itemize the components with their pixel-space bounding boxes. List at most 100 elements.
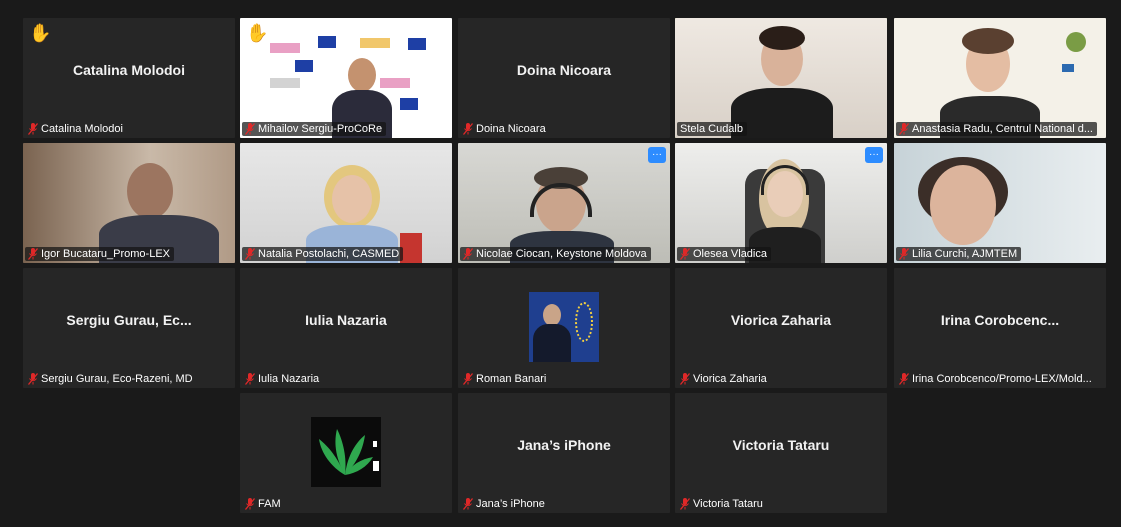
participant-tile[interactable]: FAM	[240, 393, 452, 513]
participant-name-label: Igor Bucataru_Promo-LEX	[25, 247, 175, 261]
participant-name-text: Stela Cudalb	[680, 123, 743, 135]
participant-name-text: Irina Corobcenco/Promo-LEX/Mold...	[912, 373, 1092, 385]
muted-mic-icon	[245, 498, 255, 510]
participant-name-label: Anastasia Radu, Centrul National d...	[896, 122, 1097, 136]
video-feed	[894, 18, 1106, 138]
video-feed	[240, 18, 452, 138]
participant-tile[interactable]: ··· Nicolae Ciocan, Keystone Moldova	[458, 143, 670, 263]
participant-name-text: Natalia Postolachi, CASMED	[258, 248, 400, 260]
participant-head	[332, 175, 372, 223]
participant-name-text: Nicolae Ciocan, Keystone Moldova	[476, 248, 647, 260]
participant-name-text: Doina Nicoara	[476, 123, 546, 135]
participant-tile[interactable]: Iulia Nazaria Iulia Nazaria	[240, 268, 452, 388]
video-feed	[240, 143, 452, 263]
participant-name-text: Anastasia Radu, Centrul National d...	[912, 123, 1093, 135]
participant-name-label: Iulia Nazaria	[242, 372, 323, 386]
banner-logo	[380, 78, 410, 88]
participant-name-label: Nicolae Ciocan, Keystone Moldova	[460, 247, 651, 261]
participant-tile[interactable]: Igor Bucataru_Promo-LEX	[23, 143, 235, 263]
muted-mic-icon	[680, 498, 690, 510]
muted-mic-icon	[245, 248, 255, 260]
participant-head	[348, 58, 376, 92]
sweden-flag-icon	[1062, 64, 1074, 72]
participant-display-name: Iulia Nazaria	[305, 312, 387, 328]
organization-logo	[1066, 32, 1086, 52]
eu-flag-icon	[318, 36, 336, 48]
raised-hand-icon: ✋	[29, 23, 52, 43]
participant-head	[543, 304, 561, 326]
participant-tile[interactable]: Natalia Postolachi, CASMED	[240, 143, 452, 263]
participant-name-label: Irina Corobcenco/Promo-LEX/Mold...	[896, 372, 1096, 386]
participant-tile[interactable]: ✋ Mihailov Sergiu-ProCoRe	[240, 18, 452, 138]
muted-mic-icon	[899, 123, 909, 135]
muted-mic-icon	[28, 248, 38, 260]
participant-tile[interactable]: Lilia Curchi, AJMTEM	[894, 143, 1106, 263]
muted-mic-icon	[463, 248, 473, 260]
video-feed	[675, 143, 887, 263]
participant-name-label: Mihailov Sergiu-ProCoRe	[242, 122, 387, 136]
participant-name-text: Mihailov Sergiu-ProCoRe	[258, 123, 383, 135]
participant-name-text: Catalina Molodoi	[41, 123, 123, 135]
participant-name-text: Lilia Curchi, AJMTEM	[912, 248, 1018, 260]
profile-picture	[311, 417, 381, 487]
participant-display-name: Irina Corobcenc...	[940, 312, 1060, 328]
participant-name-label: Stela Cudalb	[677, 122, 747, 136]
more-options-button[interactable]: ···	[865, 147, 883, 163]
participant-tile[interactable]: Anastasia Radu, Centrul National d...	[894, 18, 1106, 138]
profile-picture	[529, 292, 599, 362]
participant-name-label: Viorica Zaharia	[677, 372, 771, 386]
participant-display-name: Catalina Molodoi	[73, 62, 185, 78]
participant-tile[interactable]: Irina Corobcenc... Irina Corobcenco/Prom…	[894, 268, 1106, 388]
participant-name-label: FAM	[242, 497, 285, 511]
participant-hair	[962, 28, 1014, 54]
participant-name-text: Olesea Vladica	[693, 248, 767, 260]
eu-stars-icon	[575, 302, 593, 342]
participant-head	[930, 165, 996, 245]
participant-name-text: Victoria Tataru	[693, 498, 763, 510]
participant-tile[interactable]: ✋ Catalina Molodoi Catalina Molodoi	[23, 18, 235, 138]
more-options-button[interactable]: ···	[648, 147, 666, 163]
muted-mic-icon	[680, 373, 690, 385]
participant-name-text: Sergiu Gurau, Eco-Razeni, MD	[41, 373, 193, 385]
participant-tile-active-speaker[interactable]: Stela Cudalb	[675, 18, 887, 138]
participant-tile[interactable]: Sergiu Gurau, Ec... Sergiu Gurau, Eco-Ra…	[23, 268, 235, 388]
eu-flag-icon	[400, 98, 418, 110]
participant-name-label: Victoria Tataru	[677, 497, 767, 511]
participant-tile[interactable]: Jana’s iPhone Jana’s iPhone	[458, 393, 670, 513]
red-object	[400, 233, 422, 263]
participant-body	[533, 324, 571, 362]
gallery-view: ✋ Catalina Molodoi Catalina Molodoi ✋ Mi…	[0, 0, 1121, 527]
participant-display-name: Sergiu Gurau, Ec...	[66, 312, 192, 328]
eu-flag-icon	[295, 60, 313, 72]
raised-hand-icon: ✋	[246, 23, 269, 43]
participant-display-name: Victoria Tataru	[732, 437, 830, 453]
muted-mic-icon	[899, 373, 909, 385]
fam-logo-icon	[319, 429, 379, 475]
muted-mic-icon	[899, 248, 909, 260]
banner-logo	[270, 78, 300, 88]
video-feed	[675, 18, 887, 138]
muted-mic-icon	[28, 373, 38, 385]
participant-name-text: Igor Bucataru_Promo-LEX	[41, 248, 171, 260]
video-feed	[23, 143, 235, 263]
banner-logo	[360, 38, 390, 48]
participant-display-name: Jana’s iPhone	[517, 437, 611, 453]
participant-tile[interactable]: Doina Nicoara Doina Nicoara	[458, 18, 670, 138]
participant-name-text: Jana’s iPhone	[476, 498, 545, 510]
participant-name-label: Lilia Curchi, AJMTEM	[896, 247, 1022, 261]
muted-mic-icon	[245, 373, 255, 385]
muted-mic-icon	[463, 373, 473, 385]
participant-hair	[759, 26, 805, 50]
participant-display-name: Viorica Zaharia	[730, 312, 832, 328]
participant-tile[interactable]: ··· Olesea Vladica	[675, 143, 887, 263]
participant-name-text: Roman Banari	[476, 373, 547, 385]
participant-tile[interactable]: Victoria Tataru Victoria Tataru	[675, 393, 887, 513]
participant-tile[interactable]: Roman Banari	[458, 268, 670, 388]
participant-name-label: Natalia Postolachi, CASMED	[242, 247, 404, 261]
muted-mic-icon	[28, 123, 38, 135]
muted-mic-icon	[680, 248, 690, 260]
participant-name-label: Jana’s iPhone	[460, 497, 549, 511]
participant-name-label: Doina Nicoara	[460, 122, 550, 136]
video-feed	[458, 143, 670, 263]
participant-tile[interactable]: Viorica Zaharia Viorica Zaharia	[675, 268, 887, 388]
